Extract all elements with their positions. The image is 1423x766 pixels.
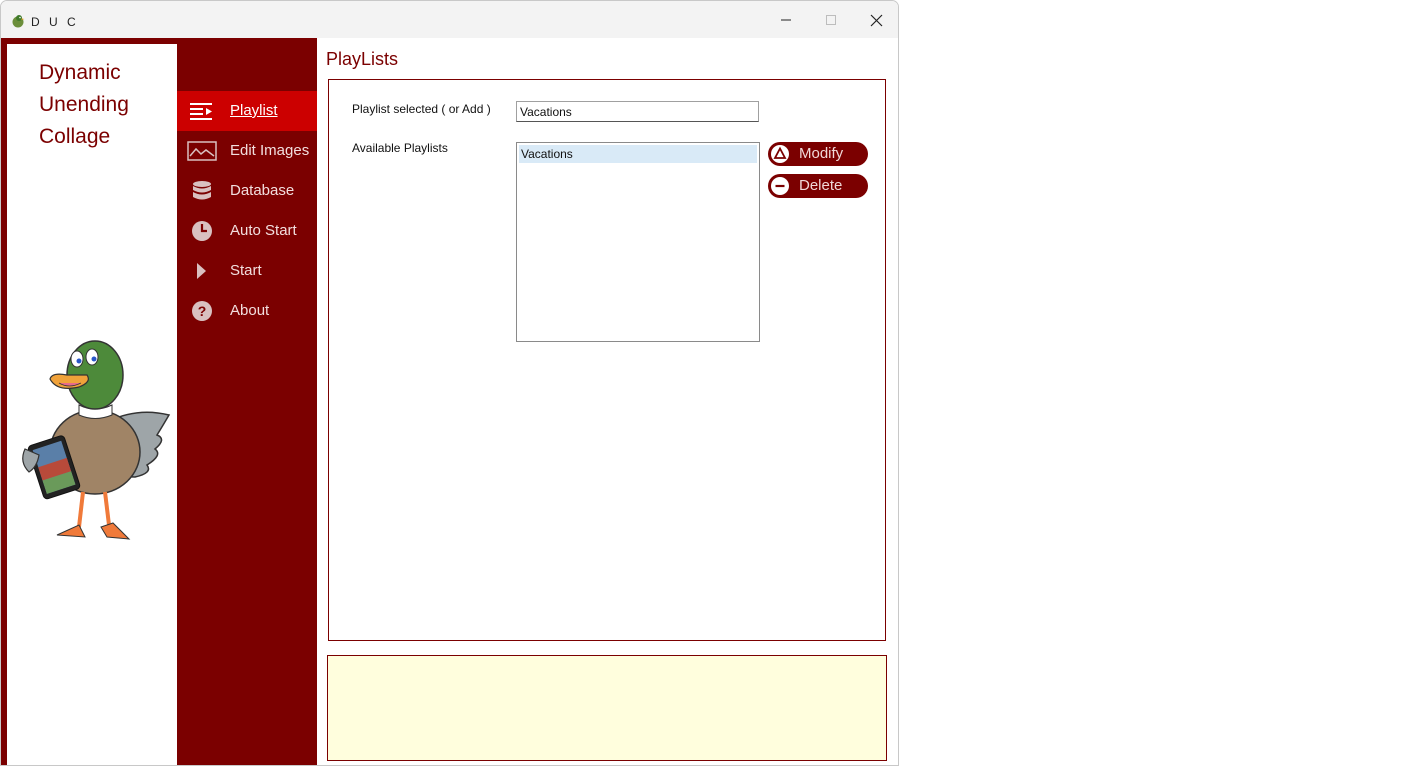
image-icon <box>187 139 217 163</box>
maximize-button[interactable] <box>808 1 854 39</box>
logo-line-dynamic: Dynamic <box>39 61 121 84</box>
duck-mascot-image <box>22 340 171 540</box>
nav-label-about: About <box>230 302 270 319</box>
main-content: PlayLists Playlist selected ( or Add ) A… <box>317 38 898 765</box>
available-playlists-label: Available Playlists <box>352 141 448 155</box>
playlist-group-box: Playlist selected ( or Add ) Available P… <box>328 79 886 641</box>
playlist-icon <box>187 99 217 123</box>
svg-text:?: ? <box>198 303 207 319</box>
delete-label: Delete <box>799 177 843 194</box>
minus-circle-icon <box>771 177 789 195</box>
maximize-icon <box>826 15 836 25</box>
nav-label-playlist: Playlist <box>230 102 278 119</box>
nav-label-database: Database <box>230 182 295 199</box>
play-icon <box>187 259 217 283</box>
window-title: D U C <box>31 15 79 29</box>
delete-button[interactable]: Delete <box>768 174 868 198</box>
nav-label-edit-images: Edit Images <box>230 142 310 159</box>
modify-button[interactable]: Modify <box>768 142 868 166</box>
database-icon <box>187 179 217 203</box>
triangle-up-icon <box>771 145 789 163</box>
list-item[interactable]: Vacations <box>519 145 757 163</box>
sidebar-item-start[interactable]: Start <box>177 251 317 291</box>
nav-label-auto-start: Auto Start <box>230 222 297 239</box>
app-window: D U C Dynamic Unending Collage Playlist … <box>0 0 899 766</box>
minimize-button[interactable] <box>763 1 809 39</box>
logo-area: Dynamic Unending Collage <box>7 44 177 765</box>
available-playlists-list[interactable]: Vacations <box>516 142 760 342</box>
status-message-area <box>327 655 887 761</box>
sidebar-item-about[interactable]: ? About <box>177 291 317 331</box>
title-bar: D U C <box>1 1 898 39</box>
sidebar-item-playlist[interactable]: Playlist <box>177 91 317 131</box>
duck-app-icon <box>12 15 25 28</box>
close-button[interactable] <box>853 1 898 39</box>
logo-panel: Dynamic Unending Collage <box>1 38 177 765</box>
minimize-icon <box>781 19 791 21</box>
app-logo-title: Dynamic Unending Collage <box>39 57 129 153</box>
sidebar-item-edit-images[interactable]: Edit Images <box>177 131 317 171</box>
playlist-selected-label: Playlist selected ( or Add ) <box>352 102 491 116</box>
page-title: PlayLists <box>326 49 399 69</box>
sidebar-item-auto-start[interactable]: Auto Start <box>177 211 317 251</box>
sidebar-nav: Playlist Edit Images Database Auto Start… <box>177 38 317 765</box>
close-icon <box>870 14 882 26</box>
sidebar-item-database[interactable]: Database <box>177 171 317 211</box>
modify-label: Modify <box>799 145 844 162</box>
logo-line-unending: Unending <box>39 93 129 116</box>
question-icon: ? <box>187 299 217 323</box>
playlist-name-input[interactable] <box>516 101 759 122</box>
nav-label-start: Start <box>230 262 262 279</box>
logo-line-collage: Collage <box>39 125 111 148</box>
clock-icon <box>187 219 217 243</box>
